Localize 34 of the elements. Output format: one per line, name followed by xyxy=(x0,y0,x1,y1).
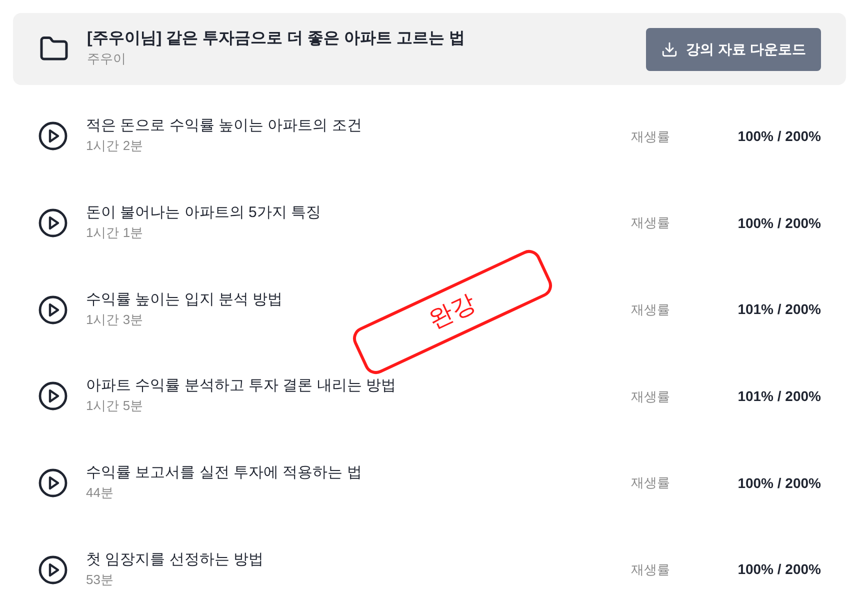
lecture-title[interactable]: 수익률 높이는 입지 분석 방법 xyxy=(86,290,283,310)
download-button[interactable]: 강의 자료 다운로드 xyxy=(646,28,821,70)
play-rate: 101% / 200% xyxy=(736,300,821,320)
play-rate-label: 재생률 xyxy=(631,561,671,580)
play-rate-label: 재생률 xyxy=(631,300,671,319)
lecture-duration: 1시간 3분 xyxy=(86,310,144,329)
play-rate-label: 재생률 xyxy=(631,214,671,232)
play-icon[interactable] xyxy=(38,554,68,585)
lecture-duration: 53분 xyxy=(86,570,114,589)
lecture-duration: 1시간 1분 xyxy=(86,224,144,242)
play-rate-label: 재생률 xyxy=(631,128,671,146)
play-rate: 101% / 200% xyxy=(736,386,821,406)
lecture-title[interactable]: 수익률 보고서를 실전 투자에 적용하는 법 xyxy=(86,463,362,484)
play-icon[interactable] xyxy=(38,381,68,412)
play-rate: 100% / 200% xyxy=(736,560,821,580)
lecture-title[interactable]: 아파트 수익률 분석하고 투자 결론 내리는 방법 xyxy=(86,376,396,396)
play-icon[interactable] xyxy=(38,208,68,238)
lecture-duration: 1시간 2분 xyxy=(86,137,144,156)
play-rate: 100% / 200% xyxy=(736,126,821,146)
download-icon xyxy=(661,40,678,58)
play-rate-label: 재생률 xyxy=(631,388,671,406)
play-icon[interactable] xyxy=(38,468,68,498)
lecture-title[interactable]: 첫 임장지를 선정하는 방법 xyxy=(86,550,264,570)
lecture-title[interactable]: 적은 돈으로 수익률 높이는 아파트의 조건 xyxy=(86,116,362,136)
lecture-duration: 44분 xyxy=(86,484,114,502)
play-icon[interactable] xyxy=(38,294,68,325)
play-icon[interactable] xyxy=(38,121,68,152)
play-rate: 100% / 200% xyxy=(736,474,821,493)
lecture-title[interactable]: 돈이 불어나는 아파트의 5가지 특징 xyxy=(86,203,322,224)
course-author: 주우이 xyxy=(87,50,127,68)
course-title: [주우이님] 같은 투자금으로 더 좋은 아파트 고르는 법 xyxy=(87,29,466,49)
play-rate-label: 재생률 xyxy=(631,474,671,492)
lecture-duration: 1시간 5분 xyxy=(86,397,144,416)
play-rate: 100% / 200% xyxy=(736,214,821,233)
